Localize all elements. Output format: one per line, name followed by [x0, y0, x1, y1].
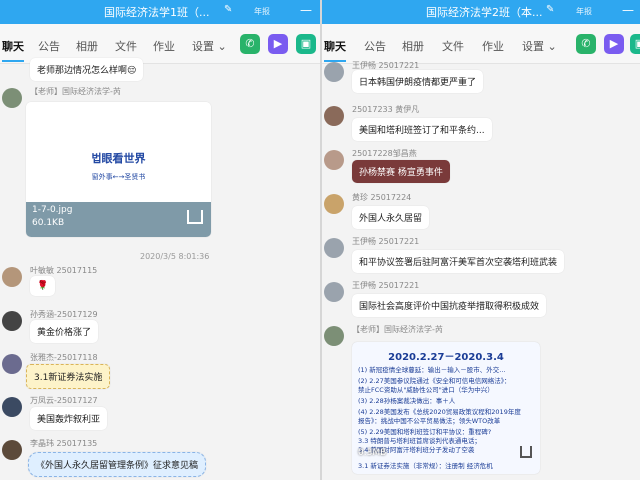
sender-name: 【老师】国际经济法学-芮 [30, 87, 121, 96]
avatar[interactable] [2, 267, 22, 287]
file-preview: 법眼看世界 窗外事←→圣贤书 [26, 102, 211, 202]
tab-settings[interactable]: 设置 ⌄ [192, 38, 227, 54]
avatar[interactable] [324, 326, 344, 346]
tab-files[interactable]: 文件 [442, 38, 464, 54]
message-list: 老师那边情况怎么样啊😔 【老师】国际经济法学-芮 법眼看世界 窗外事←→圣贤书 … [0, 58, 320, 480]
title-bar: 国际经济法学2班（本... ✎ 年报 — [322, 0, 640, 24]
doc-line: 报告》：挑战中国不公平贸易做法；领头WTO改革 [358, 417, 501, 425]
doc-footer: 3.1 新证券法实施（非常规）：注册制 经济危机 [358, 462, 493, 470]
file-name: 1-7-0.jpg [32, 205, 73, 215]
download-icon[interactable] [520, 446, 532, 458]
avatar[interactable] [324, 150, 344, 170]
tab-files[interactable]: 文件 [115, 38, 137, 54]
message-bubble[interactable]: 美国轰炸叙利亚 [30, 407, 108, 430]
avatar[interactable] [2, 88, 22, 108]
app-icon[interactable]: ▣ [296, 34, 316, 54]
message-bubble[interactable]: 外国人永久居留 [352, 206, 430, 229]
file-size: 0.3MB [358, 448, 387, 458]
message-bubble[interactable]: 和平协议签署后驻阿富汗美军首次空袭塔利班武装 [352, 250, 565, 273]
doc-line: 禁止FCC资助从"威胁性公司"进口（华为中兴） [358, 386, 494, 394]
message-timestamp: 2020/3/5 8:01:36 [140, 252, 210, 261]
app-icon[interactable]: ▣ [630, 34, 640, 54]
tab-chat[interactable]: 聊天 [324, 38, 346, 62]
avatar[interactable] [2, 311, 22, 331]
message-bubble[interactable]: 美国和塔利班签订了和平条约... [352, 118, 492, 141]
tab-chat[interactable]: 聊天 [2, 38, 24, 62]
sender-name: 25017228邹昌燕 [352, 149, 417, 158]
sender-name: 叶敏敏 25017115 [30, 266, 98, 275]
phone-icon[interactable]: ✆ [576, 34, 596, 54]
tab-album[interactable]: 相册 [402, 38, 424, 54]
message-bubble[interactable]: 孙杨禁赛 杨宣勇事件 [352, 160, 450, 183]
sender-name: 黄珍 25017224 [352, 193, 412, 202]
avatar[interactable] [2, 397, 22, 417]
avatar[interactable] [324, 282, 344, 302]
doc-line: (3) 2.28孙杨案裁决做出：事＋人 [358, 397, 456, 405]
video-icon[interactable]: ▶ [604, 34, 624, 54]
title-sub: 年报 [576, 7, 592, 16]
chat-window-class1: 国际经济法学1班（... ✎ 年报 — 聊天 公告 相册 文件 作业 设置 ⌄ … [0, 0, 320, 480]
sender-name: 王伊畅 25017221 [352, 237, 420, 246]
message-list: 王伊畅 25017221 日本韩国伊朗疫情都更严重了 25017233 黄伊凡 … [322, 61, 640, 480]
sender-name: 李晶玮 25017135 [30, 439, 98, 448]
message-bubble[interactable]: 老师那边情况怎么样啊😔 [30, 58, 144, 81]
phone-icon[interactable]: ✆ [240, 34, 260, 54]
image-file-card[interactable]: 법眼看世界 窗外事←→圣贤书 1-7-0.jpg 60.1KB [26, 102, 211, 237]
message-bubble[interactable]: 日本韩国伊朗疫情都更严重了 [352, 70, 484, 93]
message-bubble[interactable]: 黄金价格涨了 [30, 320, 99, 343]
message-bubble[interactable]: 国际社会高度评价中国抗疫举措取得积极成效 [352, 294, 547, 317]
sender-name: 25017233 黄伊凡 [352, 105, 420, 114]
sender-name: 【老师】国际经济法学-芮 [352, 325, 443, 334]
tab-bar: 聊天 公告 相册 文件 作业 设置 ⌄ ✆ ▶ ▣ [322, 24, 640, 64]
minimize-button[interactable]: — [300, 3, 312, 17]
preview-title: 법眼看世界 [91, 152, 146, 165]
sender-name: 万凤云-25017127 [30, 396, 98, 405]
file-info: 1-7-0.jpg 60.1KB [26, 202, 211, 237]
avatar[interactable] [324, 238, 344, 258]
sender-name: 张雅杰-25017118 [30, 353, 98, 362]
chat-window-class2: 国际经济法学2班（本... ✎ 年报 — 聊天 公告 相册 文件 作业 设置 ⌄… [322, 0, 640, 480]
minimize-button[interactable]: — [622, 3, 634, 17]
tab-announcement[interactable]: 公告 [364, 38, 386, 54]
video-icon[interactable]: ▶ [268, 34, 288, 54]
tab-announcement[interactable]: 公告 [38, 38, 60, 54]
edit-icon[interactable]: ✎ [546, 4, 554, 15]
sender-name: 孙秀涵-25017129 [30, 310, 98, 319]
file-size: 60.1KB [32, 218, 65, 228]
message-bubble[interactable]: 《外国人永久居留管理条例》征求意见稿 [28, 452, 207, 477]
window-title: 国际经济法学2班（本... [426, 6, 543, 19]
avatar[interactable] [2, 354, 22, 374]
title-sub: 年报 [254, 7, 270, 16]
title-bar: 国际经济法学1班（... ✎ 年报 — [0, 0, 320, 24]
preview-subtitle: 窗外事←→圣贤书 [91, 173, 146, 181]
tab-homework[interactable]: 作业 [482, 38, 504, 54]
tab-settings[interactable]: 设置 ⌄ [522, 38, 557, 54]
avatar[interactable] [324, 194, 344, 214]
doc-heading: 2020.2.27－2020.3.4 [388, 352, 504, 363]
message-bubble[interactable]: 3.1新证券法实施 [26, 364, 111, 389]
sender-name: 王伊畅 25017221 [352, 281, 420, 290]
avatar[interactable] [324, 62, 344, 82]
tab-homework[interactable]: 作业 [153, 38, 175, 54]
doc-line: (1) 新冠疫情全球蔓延：输出－输入－股市、外交... [358, 366, 506, 374]
document-preview-card[interactable]: 2020.2.27－2020.3.4 (1) 新冠疫情全球蔓延：输出－输入－股市… [352, 342, 540, 474]
avatar[interactable] [2, 440, 22, 460]
avatar[interactable] [324, 106, 344, 126]
edit-icon[interactable]: ✎ [224, 4, 232, 15]
download-icon[interactable] [187, 210, 203, 224]
window-title: 国际经济法学1班（... [104, 6, 210, 19]
message-bubble[interactable]: 🌹 [30, 276, 56, 296]
tab-album[interactable]: 相册 [76, 38, 98, 54]
